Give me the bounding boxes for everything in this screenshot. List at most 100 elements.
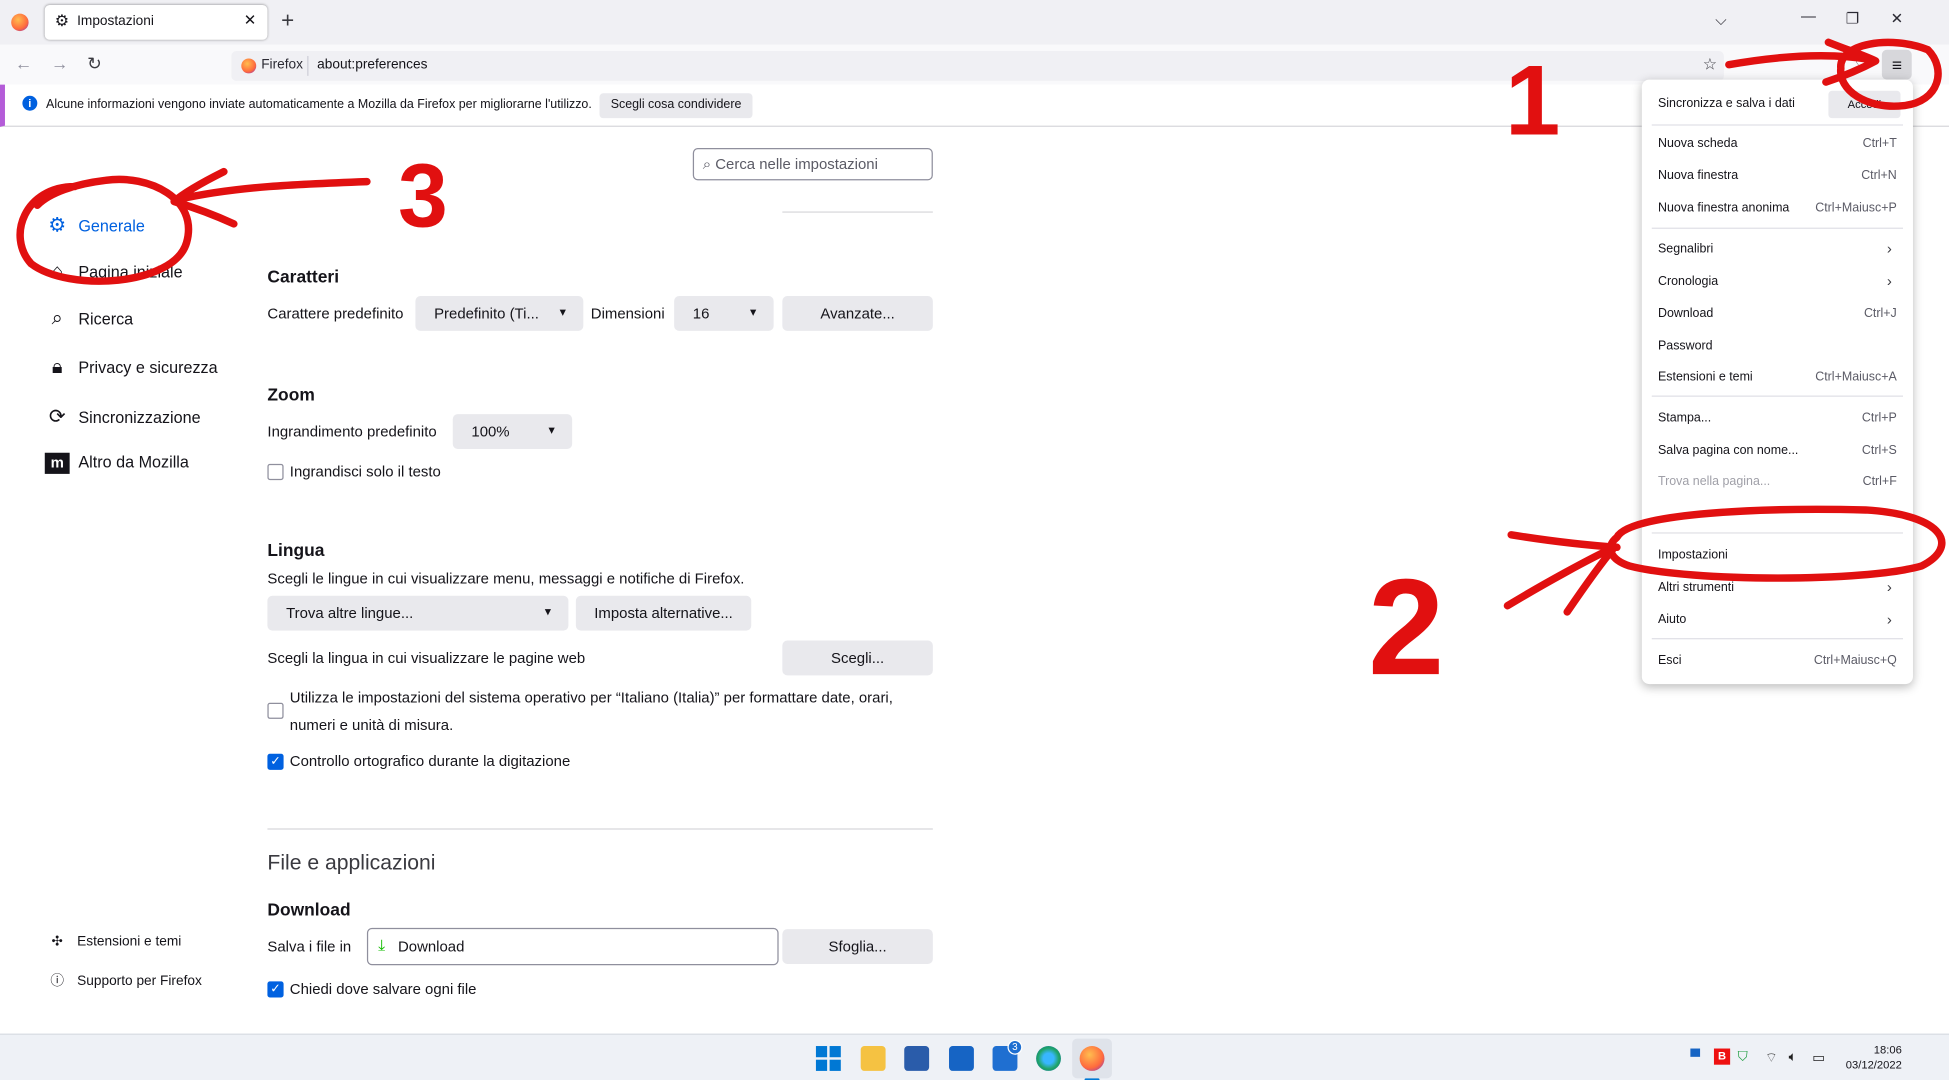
close-icon[interactable]: ✕ (244, 11, 257, 28)
windows-start-icon[interactable] (815, 1046, 841, 1071)
wifi-icon[interactable]: ⌔ (1765, 1050, 1778, 1067)
url-bar[interactable]: Firefox about:preferences ☆ (231, 50, 1724, 81)
menu-item-help[interactable]: Aiuto › (1658, 610, 1897, 629)
settings-search-input[interactable]: ⌕ Cerca nelle impostazioni (692, 148, 933, 181)
default-font-select[interactable]: Predefinito (Ti... ▾ (415, 296, 584, 331)
sidebar-item-search[interactable]: ⌕ Ricerca (45, 308, 134, 330)
menu-item-save-page[interactable]: Salva pagina con nome... Ctrl+S (1658, 444, 1897, 458)
os-locale-label-line1: Utilizza le impostazioni del sistema ope… (289, 689, 893, 707)
language-heading: Lingua (267, 539, 325, 560)
chevron-right-icon: › (1886, 610, 1892, 629)
default-zoom-select[interactable]: 100% ▾ (452, 414, 573, 450)
sidebar-item-general[interactable]: ⚙ Generale (45, 213, 145, 238)
search-icon: ⌕ (702, 155, 712, 173)
fonts-heading: Caratteri (267, 266, 340, 287)
forward-icon[interactable]: → (51, 53, 68, 73)
footer-link-support[interactable]: ⓘ Supporto per Firefox (47, 970, 201, 990)
mail-icon[interactable]: 3 (992, 1039, 1023, 1071)
firefox-taskbar-icon[interactable] (1079, 1046, 1105, 1071)
tab-settings[interactable]: ⚙ Impostazioni ✕ (44, 4, 268, 40)
firefox-icon[interactable] (11, 13, 29, 32)
desktop-app-icon[interactable] (949, 1046, 974, 1071)
sidebar-item-sync[interactable]: ⟳ Sincronizzazione (45, 404, 201, 429)
zoom-text-only-checkbox[interactable] (267, 463, 284, 481)
ask-save-label: Chiedi dove salvare ogni file (289, 980, 477, 998)
default-font-label: Carattere predefinito (267, 304, 404, 323)
file-explorer-icon[interactable] (860, 1046, 886, 1071)
sidebar-item-home[interactable]: ⌂ Pagina iniziale (45, 261, 183, 283)
home-icon: ⌂ (51, 261, 64, 283)
app-menu-panel: Sincronizza e salva i dati Accedi Nuova … (1641, 79, 1913, 685)
annotation-number-2: 2 (1368, 550, 1444, 703)
menu-item-passwords[interactable]: Password (1658, 340, 1897, 354)
battery-icon[interactable]: ▭ (1812, 1050, 1825, 1066)
sidebar-item-label: Altro da Mozilla (78, 452, 189, 472)
back-icon[interactable]: ← (15, 53, 32, 73)
sync-icon: ⟳ (48, 406, 66, 428)
pocket-icon[interactable]: ♡ (1855, 55, 1868, 72)
annotation-number-3: 3 (398, 145, 448, 245)
download-folder-field[interactable]: ⤓ Download (366, 927, 779, 966)
menu-item-history[interactable]: Cronologia › (1658, 272, 1897, 289)
footer-link-extensions[interactable]: ✣ Estensioni e temi (47, 933, 181, 949)
url-text[interactable]: about:preferences (317, 57, 427, 72)
choose-data-button[interactable]: Scegli cosa condividere (599, 93, 753, 119)
close-window-icon[interactable]: ✕ (1891, 10, 1904, 27)
minimize-icon[interactable]: — (1801, 7, 1816, 24)
gear-icon: ⚙ (54, 11, 70, 30)
menu-item-print[interactable]: Stampa... Ctrl+P (1658, 412, 1897, 426)
advanced-fonts-button[interactable]: Avanzate... (782, 296, 933, 331)
sidebar-item-label: Generale (78, 216, 145, 236)
star-icon[interactable]: ☆ (1703, 55, 1717, 75)
download-folder-value: Download (398, 937, 465, 956)
sign-in-button[interactable]: Accedi (1828, 90, 1901, 119)
sidebar-item-privacy[interactable]: 🔒︎ Privacy e sicurezza (45, 357, 218, 379)
menu-item-more-tools[interactable]: Altri strumenti › (1658, 578, 1897, 595)
restore-icon[interactable]: ❐ (1846, 10, 1859, 27)
section-divider (267, 828, 933, 830)
spellcheck-checkbox[interactable]: ✓ (267, 753, 284, 770)
os-locale-checkbox[interactable] (267, 702, 284, 719)
menu-item-private-window[interactable]: Nuova finestra anonima Ctrl+Maiusc+P (1658, 201, 1897, 215)
menu-item-settings[interactable]: Impostazioni (1658, 549, 1897, 563)
menu-separator (1651, 227, 1904, 229)
menu-item-exit[interactable]: Esci Ctrl+Maiusc+Q (1658, 654, 1897, 668)
sidebar-item-label: Ricerca (78, 309, 134, 329)
sidebar-item-label: Sincronizzazione (78, 407, 201, 427)
firefox-icon (241, 58, 257, 74)
clock[interactable]: 18:06 03/12/2022 (1846, 1042, 1902, 1072)
new-tab-icon[interactable]: + (281, 7, 294, 33)
menu-separator (1651, 395, 1904, 397)
menu-separator (1651, 638, 1904, 640)
chevron-down-icon[interactable]: ⌵ (1715, 11, 1726, 30)
ask-save-checkbox[interactable]: ✓ (267, 981, 284, 998)
reload-icon[interactable]: ↻ (87, 53, 102, 74)
font-size-select[interactable]: 16 ▾ (674, 296, 774, 331)
edge-icon[interactable] (1036, 1046, 1061, 1071)
chevron-down-icon: ▾ (559, 305, 566, 320)
chevron-down-icon: ▾ (548, 424, 555, 438)
menu-item-addons[interactable]: Estensioni e temi Ctrl+Maiusc+A (1658, 371, 1897, 385)
menu-item-new-tab[interactable]: Nuova scheda Ctrl+T (1658, 137, 1897, 151)
browse-button[interactable]: Sfoglia... (782, 929, 933, 964)
app-menu-button[interactable]: ≡ (1881, 49, 1912, 80)
tray-app-icon[interactable]: ▀ (1690, 1050, 1700, 1065)
set-alternatives-button[interactable]: Imposta alternative... (575, 595, 752, 631)
default-zoom-label: Ingrandimento predefinito (267, 422, 437, 441)
store-icon[interactable] (904, 1046, 930, 1071)
security-icon[interactable]: ⛉ (1738, 1050, 1748, 1066)
antivirus-icon[interactable]: B (1713, 1048, 1731, 1065)
more-languages-select[interactable]: Trova altre lingue... ▾ (267, 595, 569, 631)
menu-item-bookmarks[interactable]: Segnalibri › (1658, 240, 1897, 257)
menu-item-new-window[interactable]: Nuova finestra Ctrl+N (1658, 169, 1897, 183)
sidebar-item-label: Privacy e sicurezza (78, 358, 218, 377)
taskbar: 3 ▀ B ⛉ ⌔ 🔈︎ ▭ 18:06 03/12/2022 (0, 1033, 1949, 1080)
os-locale-label-line2: numeri e unità di misura. (289, 716, 454, 734)
choose-language-button[interactable]: Scegli... (782, 640, 933, 676)
divider (307, 55, 309, 76)
menu-item-downloads[interactable]: Download Ctrl+J (1658, 307, 1897, 321)
speaker-muted-icon[interactable]: 🔈︎ (1789, 1050, 1797, 1066)
sidebar-item-mozilla[interactable]: m Altro da Mozilla (44, 452, 189, 474)
sidebar-item-label: Pagina iniziale (78, 262, 183, 282)
info-icon: i (22, 95, 38, 111)
